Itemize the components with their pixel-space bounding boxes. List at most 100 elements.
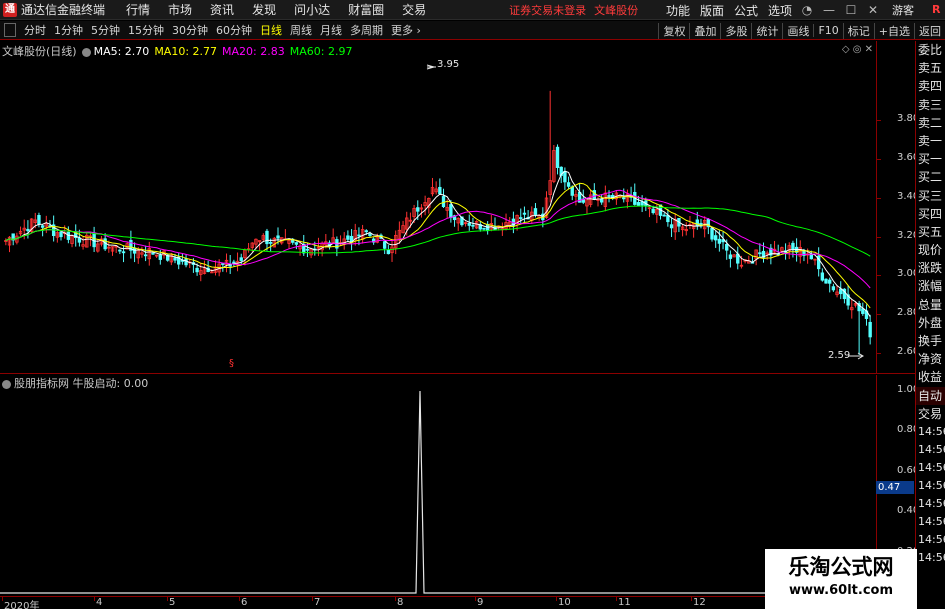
quote-field-label: 买三	[918, 188, 943, 203]
menu-quotes[interactable]: 行情	[117, 1, 159, 18]
adjust-button[interactable]: 复权	[658, 22, 689, 39]
price-axis: 3.80 3.60 3.40 3.20 3.00 2.80 2.60	[876, 41, 919, 374]
auto-trade-label[interactable]: 自动	[916, 386, 945, 405]
candle-body	[77, 237, 82, 243]
maximize-icon[interactable]: ☐	[840, 3, 862, 17]
menu-news[interactable]: 资讯	[201, 1, 243, 18]
candle-body	[831, 286, 836, 291]
candle-body	[59, 231, 63, 238]
candle-body	[118, 249, 122, 252]
candle-body	[725, 243, 729, 251]
quote-field-label: 涨跌	[918, 261, 943, 276]
indicator-toggle-icon[interactable]	[2, 379, 11, 389]
tab-daily[interactable]: 日线	[256, 22, 286, 38]
candle-body	[820, 272, 825, 281]
add-watchlist-button[interactable]: +自选	[873, 22, 914, 39]
date-label: 2020年	[4, 601, 40, 609]
candle-body	[717, 238, 722, 244]
menu-wealth[interactable]: 财富圈	[339, 1, 393, 18]
tab-intraday[interactable]: 分时	[20, 22, 50, 38]
date-tick-mark	[94, 597, 95, 601]
candle-body	[710, 227, 714, 240]
close-icon[interactable]: ✕	[862, 3, 884, 17]
date-tick-mark	[167, 597, 168, 601]
quote-field-label: 换手	[918, 334, 943, 348]
candle-body	[66, 231, 71, 240]
tab-1min[interactable]: 1分钟	[50, 22, 87, 38]
app-logo: 通	[3, 2, 17, 17]
guest-label[interactable]: 游客	[892, 2, 914, 18]
menu-market[interactable]: 市场	[159, 1, 201, 18]
tab-15min[interactable]: 15分钟	[124, 22, 168, 38]
quote-field-list: 委比 卖五 卖四 卖三 卖二 卖一 买一 买二 买三 买四 买五 现价 涨跌 涨幅 总量 外盘 换手 净资 收益 自动…	[916, 41, 945, 567]
tab-5min[interactable]: 5分钟	[87, 22, 124, 38]
candle-body	[809, 253, 814, 260]
quote-side-panel: 委比 卖五 卖四 卖三 卖二 卖一 买一 买二 买三 买四 买五 现价 涨跌 涨幅 总量 外盘 换手 净资 收益 自动…	[915, 41, 945, 609]
quote-field-label: 现价	[918, 243, 943, 258]
menu-options[interactable]: 选项	[763, 2, 797, 19]
tick-time: 14:56	[918, 532, 945, 546]
login-warning[interactable]: 证券交易未登录	[509, 2, 586, 18]
f10-button[interactable]: F10	[813, 24, 842, 37]
menu-layout[interactable]: 版面	[695, 2, 729, 19]
chevron-right-icon: ›	[416, 24, 421, 37]
candle-body	[467, 222, 471, 226]
date-label: 6	[241, 597, 248, 608]
price-tick-mark	[877, 236, 881, 238]
tab-monthly[interactable]: 月线	[316, 22, 346, 38]
indicator-info: 股朋指标网 牛股启动: 0.00	[2, 375, 148, 391]
candle-body	[416, 207, 420, 212]
menu-ask[interactable]: 问小达	[285, 1, 339, 18]
tab-60min[interactable]: 60分钟	[212, 22, 256, 38]
kline-chart[interactable]	[0, 41, 876, 374]
candle-body	[364, 230, 368, 233]
candle-body	[276, 235, 280, 239]
ma5-label: MA5: 2.70	[93, 45, 150, 58]
quote-field-label: 买二	[918, 170, 943, 185]
high-price-label: 3.95	[437, 59, 460, 70]
side-panel-close-icon[interactable]: R	[932, 3, 940, 16]
mark-button[interactable]: 标记	[842, 22, 874, 39]
candle-body	[728, 254, 733, 259]
quote-field-label: 委比	[918, 43, 943, 57]
menu-discover[interactable]: 发现	[243, 1, 285, 18]
candle-body	[357, 234, 361, 237]
skin-icon[interactable]: ◔	[796, 3, 818, 17]
tab-weekly[interactable]: 周线	[286, 22, 316, 38]
candle-body	[294, 242, 299, 245]
tab-multi-period[interactable]: 多周期	[346, 22, 387, 38]
kline-panel[interactable]: 文峰股份(日线) MA5: 2.70 MA10: 2.77 MA20: 2.83 MA6…	[0, 41, 919, 374]
tab-30min[interactable]: 30分钟	[168, 22, 212, 38]
minimize-icon[interactable]: —	[818, 3, 840, 17]
indicator-current-value: 0.47	[876, 481, 914, 494]
date-tick-mark	[691, 597, 692, 601]
menu-formula[interactable]: 公式	[729, 2, 763, 19]
candle-body	[438, 186, 442, 195]
candle-body	[828, 279, 832, 284]
candle-body	[368, 233, 372, 236]
price-tick-mark	[877, 120, 881, 121]
candle-body	[195, 267, 199, 273]
toolbar-toggle-icon[interactable]	[4, 23, 16, 37]
panel-control-icons[interactable]: ◇ ◎ ✕	[842, 44, 873, 55]
event-marker[interactable]: §	[229, 358, 234, 369]
ma-toggle-icon[interactable]	[81, 47, 91, 57]
trade-label[interactable]: 交易	[916, 404, 945, 423]
indicator-chart[interactable]	[0, 375, 876, 596]
stats-button[interactable]: 统计	[751, 22, 782, 39]
tick-time: 14:56	[918, 496, 945, 510]
menu-function[interactable]: 功能	[661, 2, 695, 19]
candle-body	[346, 235, 350, 240]
tab-more[interactable]: 更多 ›	[387, 22, 425, 38]
right-menu: 功能 版面 公式 选项	[661, 0, 797, 20]
overlay-button[interactable]: 叠加	[689, 22, 720, 39]
quote-field-label: 外盘	[918, 315, 943, 330]
back-button[interactable]: 返回	[914, 22, 945, 39]
current-stock-name: 文峰股份	[594, 3, 639, 17]
menu-trade[interactable]: 交易	[393, 1, 435, 18]
date-label: 7	[314, 597, 321, 608]
candle-body	[305, 248, 310, 251]
candle-body	[482, 227, 486, 230]
multi-stock-button[interactable]: 多股	[720, 22, 751, 39]
draw-button[interactable]: 画线	[782, 22, 813, 39]
